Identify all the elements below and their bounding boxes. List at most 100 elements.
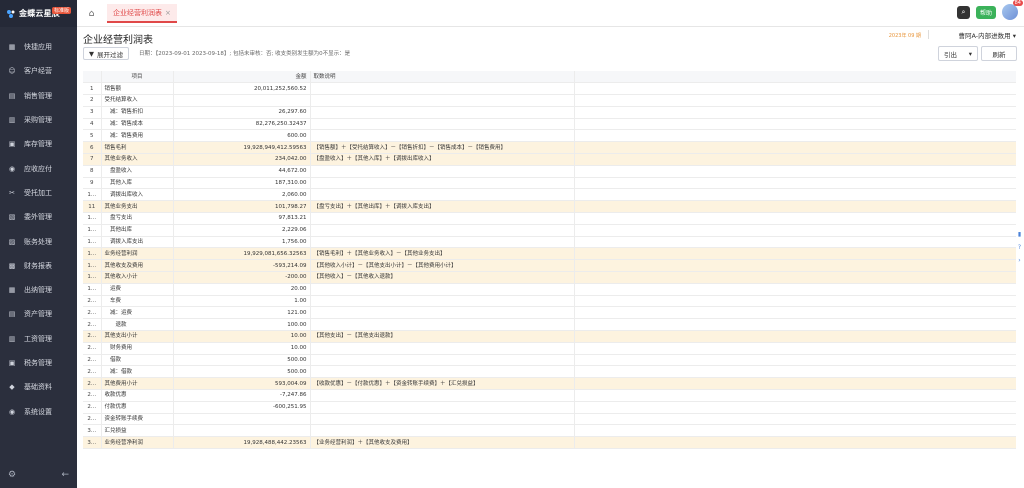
cashier-icon: ▦ (8, 286, 16, 295)
row-empty (574, 365, 1016, 379)
row-empty (574, 212, 1016, 225)
row-amount: 20.00 (173, 283, 311, 296)
refresh-button[interactable]: 刷新 (981, 46, 1017, 61)
sidebar-item[interactable]: ◉ 系统设置 (0, 399, 77, 423)
col-item-header: 项目 (101, 71, 174, 84)
table-row[interactable]: 5 减：销售费用 600.00 (83, 129, 1016, 143)
table-row[interactable]: 1... 运费 20.00 (83, 283, 1016, 296)
sidebar-item[interactable]: ✂ 受托加工 (0, 181, 77, 205)
sidebar-item[interactable]: ▤ 资产管理 (0, 302, 77, 326)
table-row[interactable]: 1... 盘亏支出 97,813.21 (83, 212, 1016, 225)
table-row[interactable]: 6 销售毛利 19,928,949,412.59563 【销售额】＋【受托结算收入】－… (83, 141, 1016, 155)
right-side-tools: ▮ ? › (1015, 231, 1024, 264)
ar-ap-icon: ◉ (8, 164, 16, 173)
row-note: 【盘盈收入】＋【其他入库】＋【调拨出库收入】 (310, 153, 575, 166)
help-button[interactable]: 帮助 (975, 5, 996, 19)
row-note (310, 82, 575, 96)
row-index: 2... (83, 295, 102, 308)
search-button[interactable]: ⌕ (956, 5, 970, 19)
row-empty (574, 377, 1016, 391)
main-content: 企业经营利润表 2023年 09 期 曹阿A-内部进数用 ▾ ▼ 展开过滤 日期… (77, 27, 1024, 488)
sidebar-item[interactable]: ▥ 采购管理 (0, 108, 77, 132)
row-note (310, 295, 575, 308)
table-row[interactable]: 3 减：销售折扣 26,297.60 (83, 106, 1016, 119)
row-note: 【盘亏支出】＋【其他出库】＋【调拨入库支出】 (310, 200, 575, 214)
sidebar-item-label: 出纳管理 (24, 286, 52, 295)
company-label: 曹阿A-内部进数用 (958, 32, 1011, 40)
table-row[interactable]: 2... 收款优惠 -7,247.86 (83, 389, 1016, 402)
brand-logo[interactable]: 金蝶云星辰 标准版 (0, 0, 77, 27)
table-row[interactable]: 11 其他业务支出 101,798.27 【盘亏支出】＋【其他出库】＋【调拨入库支出】 (83, 200, 1016, 214)
sidebar-item[interactable]: ☺ 客户经营 (0, 59, 77, 83)
table-row[interactable]: 1... 其他出库 2,229.06 (83, 224, 1016, 237)
table-row[interactable]: 2... 车费 1.00 (83, 295, 1016, 308)
table-row[interactable]: 2... 借款 500.00 (83, 354, 1016, 367)
row-item: 受托结算收入 (101, 94, 174, 107)
period-label[interactable]: 2023年 09 期 (889, 32, 921, 39)
row-item: 运费 (101, 283, 174, 296)
table-row[interactable]: 2... 其他支出小计 10.00 【其他支出】－【其他支出退款】 (83, 330, 1016, 343)
table-row[interactable]: 2... 减：借款 500.00 (83, 365, 1016, 379)
row-index: 2... (83, 342, 102, 355)
table-row[interactable]: 2... 其他费用小计 593,004.09 【收款优惠】－【付款优惠】＋【资金转账手… (83, 377, 1016, 391)
sidebar-item[interactable]: ▩ 财务报表 (0, 254, 77, 278)
table-row[interactable]: 1... 其他收支及费用 -593,214.09 【其他收入小计】－【其他支出小计】－… (83, 259, 1016, 273)
table-row[interactable]: 2 受托结算收入 (83, 94, 1016, 107)
sidebar-item[interactable]: ▨ 账务处理 (0, 229, 77, 253)
table-row[interactable]: 3... 业务经营净利润 19,928,488,442.23563 【业务经营利润】＋… (83, 436, 1016, 449)
table-row[interactable]: 1... 其他收入小计 -200.00 【其他收入】－【其他收入退款】 (83, 271, 1016, 284)
expand-filter-button[interactable]: ▼ 展开过滤 (83, 47, 129, 60)
row-index: 2... (83, 365, 102, 379)
table-row[interactable]: 1... 调拨出库收入 2,060.00 (83, 188, 1016, 202)
table-row[interactable]: 9 其他入库 187,310.00 (83, 177, 1016, 190)
table-row[interactable]: 3... 汇兑损益 (83, 424, 1016, 438)
sidebar-item[interactable]: ▧ 委外管理 (0, 205, 77, 229)
sidebar-item[interactable]: ▣ 税务管理 (0, 351, 77, 375)
table-row[interactable]: 7 其他业务收入 234,042.00 【盘盈收入】＋【其他入库】＋【调拨出库收入】 (83, 153, 1016, 166)
sidebar-item[interactable]: ▤ 销售管理 (0, 84, 77, 108)
chevron-right-icon[interactable]: › (1018, 257, 1020, 264)
sidebar-item[interactable]: ▥ 工资管理 (0, 327, 77, 351)
row-note: 【其他收入】－【其他收入退款】 (310, 271, 575, 284)
row-empty (574, 424, 1016, 438)
collapse-arrow-icon[interactable]: ← (61, 470, 69, 480)
table-row[interactable]: 1 销售额 20,011,252,560.52 (83, 82, 1016, 96)
company-selector[interactable]: 曹阿A-内部进数用 ▾ (959, 30, 1017, 40)
row-empty (574, 413, 1016, 426)
row-note (310, 224, 575, 237)
settings-gear-icon[interactable]: ⚙ (8, 470, 16, 480)
table-row[interactable]: 2... 付款优惠 -600,251.95 (83, 401, 1016, 414)
table-row[interactable]: 8 盘盈收入 44,672.00 (83, 165, 1016, 178)
chat-icon[interactable]: ▮ (1018, 231, 1021, 238)
table-row[interactable]: 2... 资金转账手续费 (83, 413, 1016, 426)
row-index: 2 (83, 94, 102, 107)
help-icon[interactable]: ? (1018, 244, 1021, 251)
table-row[interactable]: 2... 退款 100.00 (83, 318, 1016, 332)
row-index: 2... (83, 330, 102, 343)
tab-profit-statement[interactable]: 企业经营利润表 × (107, 4, 177, 23)
sidebar-item[interactable]: ◆ 基础资料 (0, 375, 77, 399)
table-row[interactable]: 2... 财务费用 10.00 (83, 342, 1016, 355)
sidebar-item[interactable]: ▣ 库存管理 (0, 132, 77, 156)
avatar[interactable]: 84 (1002, 0, 1023, 20)
export-label: 引出 (944, 50, 957, 59)
sidebar-item-label: 系统设置 (24, 407, 52, 416)
row-note (310, 401, 575, 414)
sidebar-footer: ⚙ ← (0, 470, 77, 480)
close-icon[interactable]: × (165, 9, 171, 17)
sidebar-item[interactable]: ◉ 应收应付 (0, 156, 77, 180)
sidebar-item[interactable]: ▦ 快捷应用 (0, 35, 77, 59)
export-button[interactable]: 引出 ▾ (938, 46, 978, 61)
home-tab[interactable]: ⌂ (83, 6, 100, 21)
table-row[interactable]: 2... 减：运费 121.00 (83, 306, 1016, 320)
row-note: 【销售额】＋【受托结算收入】－【销售折扣】－【销售成本】－【销售费用】 (310, 141, 575, 155)
table-row[interactable]: 1... 业务经营利润 19,929,081,656.32563 【销售毛利】＋【其他… (83, 247, 1016, 261)
edition-badge: 标准版 (52, 7, 72, 14)
row-item: 其他费用小计 (101, 377, 174, 391)
sidebar-item[interactable]: ▦ 出纳管理 (0, 278, 77, 302)
row-note (310, 106, 575, 119)
table-row[interactable]: 1... 调拨入库支出 1,756.00 (83, 236, 1016, 249)
row-item: 退款 (101, 318, 174, 332)
profit-table-container[interactable]: 项目 金额 取数说明 1 销售额 20,011,252,560.52 2 受托结算收入 3… (83, 71, 1016, 488)
table-row[interactable]: 4 减：销售成本 82,276,250.32437 (83, 118, 1016, 131)
